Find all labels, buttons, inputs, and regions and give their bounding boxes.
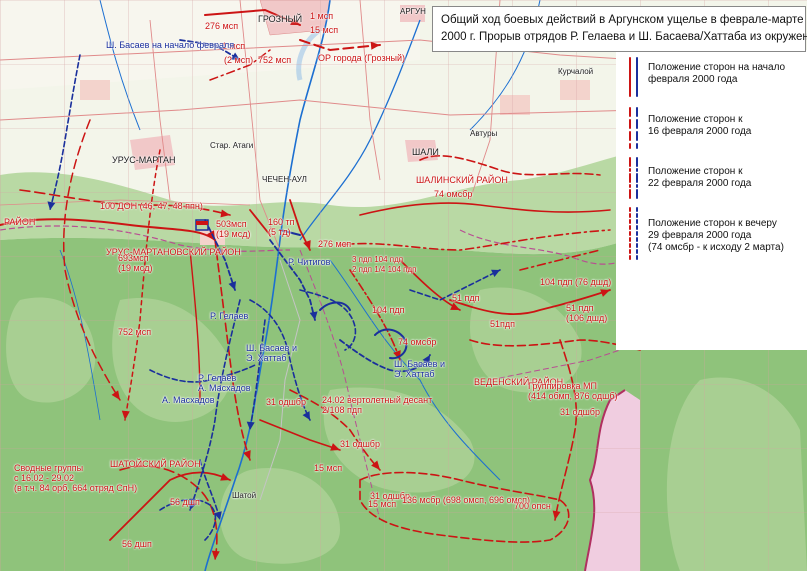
place-urus-martan: УРУС-МАРТАН — [112, 155, 176, 165]
unit-31odshbr-c: 31 одшбр — [340, 439, 380, 449]
label-basaev-hattab-2b: Э. Хаттаб — [394, 369, 435, 379]
unit-693msp: 693мсп — [118, 253, 149, 263]
unit-24-02-desant: 24.02 вертолетный десант — [322, 395, 433, 405]
unit-160tp: 160 тп — [268, 217, 295, 227]
unit-56dshp: 56 дшп — [170, 497, 200, 507]
unit-19msd-b: (19 мсд) — [216, 229, 251, 239]
unit-group-mp-detail: (414 обмп, 876 одшб) — [528, 391, 618, 401]
place-argun: АРГУН — [400, 7, 426, 16]
label-mashadov: А. Масхадов — [162, 395, 215, 405]
place-shalinsky-rayon: ШАЛИНСКИЙ РАЙОН — [416, 175, 508, 185]
place-shatoysky-rayon: ШАТОЙСКИЙ РАЙОН — [110, 459, 201, 469]
place-chechen-aul: ЧЕЧЕН-АУЛ — [262, 175, 307, 184]
label-chitigov: Р. Читигов — [288, 257, 331, 267]
legend-text: 16 февраля 2000 года — [648, 126, 752, 137]
label-basaev-hattab-1b: Э. Хаттаб — [246, 353, 287, 363]
unit-31odshbr-b: 31 одшбр — [560, 407, 600, 417]
place-shatoy: Шатой — [232, 491, 257, 500]
legend-entry-start: Положение сторон на начало февраля 2000 … — [648, 62, 785, 86]
unit-2msp: (2 мсп) — [224, 55, 254, 65]
unit-15msp-top: 15 мсп — [310, 25, 339, 35]
unit-104pdp-76dshd: 104 пдп (76 дшд) — [540, 277, 612, 287]
unit-group-mp: Группировка МП — [528, 381, 597, 391]
unit-or-grozny: ОР города (Грозный) — [318, 53, 406, 63]
svodnye-gruppy-1: Сводные группы — [14, 463, 84, 473]
label-mashadov-a: А. Масхадов — [198, 383, 251, 393]
unit-15msp-mid: 15 мсп — [314, 463, 343, 473]
place-grozny: ГРОЗНЫЙ — [258, 14, 303, 24]
label-basaev-hattab-2a: Ш. Басаев и — [394, 359, 445, 369]
label-gelaev-route: Р. Гелаев — [210, 311, 249, 321]
label-basaev-start: Ш. Басаев на начало февраля — [106, 40, 235, 50]
unit-3pdp-104: 3 пдп 104 пдп — [352, 255, 404, 264]
legend-text: 22 февраля 2000 года — [648, 178, 752, 189]
unit-51pdp-mid: 51 пдп — [452, 293, 480, 303]
unit-106dshd: (106 дшд) — [566, 313, 608, 323]
legend-text: февраля 2000 года — [648, 74, 738, 85]
map-legend — [616, 50, 807, 350]
map-title-box: Общий ход боевых действий в Аргунском ущ… — [432, 6, 807, 52]
legend-text: 29 февраля 2000 года — [648, 230, 752, 241]
unit-1msp-top: 1 мсп — [310, 11, 334, 21]
unit-104pdp-mid: 104 пдп — [372, 305, 405, 315]
unit-5td: (5 тд) — [268, 227, 291, 237]
place-shali: ШАЛИ — [412, 147, 439, 157]
place-kurchaloy: Курчалой — [558, 67, 594, 76]
legend-text: Положение сторон на начало — [648, 62, 786, 73]
legend-text: Положение сторон к — [648, 114, 743, 125]
label-gelaev-b: Р. Гелаев — [198, 373, 237, 383]
unit-74omsbr: 74 омсбр — [434, 189, 473, 199]
unit-19msd-a: (19 мсд) — [118, 263, 153, 273]
unit-276msp-top: 276 мсп — [205, 21, 239, 31]
unit-31odshbr: 31 одшбр — [266, 397, 306, 407]
unit-74omsbr-mid: 74 омсбр — [398, 337, 437, 347]
unit-752msp-a: 752 мсп — [258, 55, 292, 65]
legend-text: Положение сторон к вечеру — [648, 218, 777, 229]
unit-100-don: 100 ДОН (46, 47, 48 ппн) — [100, 201, 203, 211]
legend-text: Положение сторон к — [648, 166, 743, 177]
svodnye-gruppy-2: с 16.02 - 29.02 — [14, 473, 75, 483]
legend-entry-29feb: Положение сторон к вечеру 29 февраля 200… — [648, 218, 784, 254]
legend-entry-22feb: Положение сторон к 22 февраля 2000 года — [648, 166, 751, 190]
unit-56dshp-b: 56 дшп — [122, 539, 152, 549]
unit-51pdp-right: 51 пдп — [566, 303, 594, 313]
unit-51pdp: 51пдп — [490, 319, 516, 329]
unit-2-108pdp: 2/108 пдп — [322, 405, 363, 415]
map-figure: Положение сторон на начало февраля 2000 … — [0, 0, 807, 571]
svodnye-gruppy-3: (в т.ч. 84 орб, 664 отряд СпН) — [14, 483, 138, 493]
place-starye-atagi: Стар. Атаги — [210, 141, 254, 150]
legend-entry-16feb: Положение сторон к 16 февраля 2000 года — [648, 114, 751, 138]
map-title-line2: 2000 г. Прорыв отрядов Р. Гелаева и Ш. Б… — [441, 31, 807, 43]
map-title-line1: Общий ход боевых действий в Аргунском ущ… — [441, 14, 804, 26]
unit-2pdp-104: 2 пдп 1/4 104 пдп — [352, 265, 417, 274]
unit-503msp: 503мсп — [216, 219, 247, 229]
unit-752msp-b: 752 мсп — [118, 327, 152, 337]
place-rayon-left: РАЙОН — [4, 217, 36, 227]
unit-276msp-mid: 276 мсп — [318, 239, 352, 249]
place-avtury: Автуры — [470, 129, 498, 138]
legend-text: (74 омсбр - к исходу 2 марта) — [648, 242, 784, 253]
unit-700opsn: 700 опсн — [514, 501, 551, 511]
unit-15msp-low: 15 мсп — [368, 499, 397, 509]
label-basaev-hattab-1a: Ш. Басаев и — [246, 343, 297, 353]
unit-136msbr: 136 мсбр (698 омсп, 696 омсп) — [402, 495, 531, 505]
